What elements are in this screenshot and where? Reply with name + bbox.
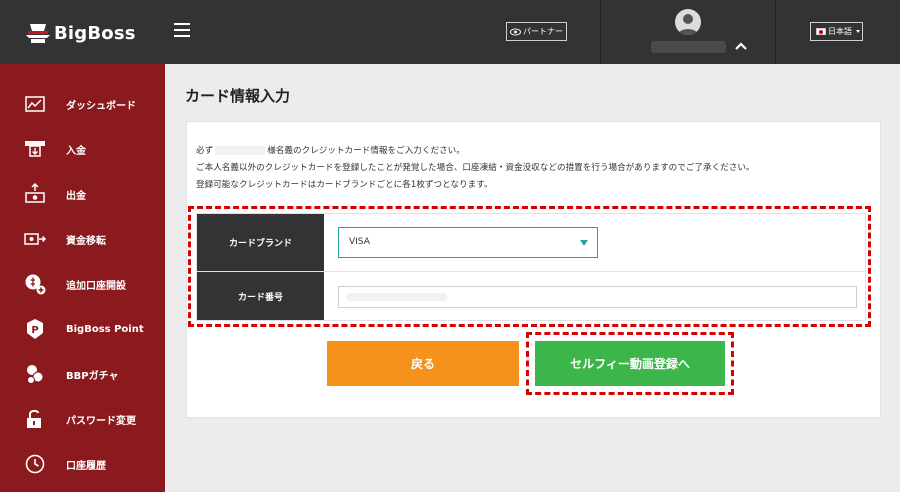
sidebar-item-history[interactable]: 口座履歴 (0, 444, 165, 484)
sidebar-item-label: BBPガチャ (66, 370, 119, 382)
dashboard-icon (25, 96, 45, 112)
divider (775, 0, 776, 64)
sidebar-item-label: 追加口座開設 (66, 280, 126, 292)
transfer-icon (24, 233, 46, 245)
sidebar-item-add-account[interactable]: 追加口座開設 (0, 264, 165, 304)
sidebar-item-bigboss-point[interactable]: P BigBoss Point (0, 309, 165, 349)
avatar[interactable] (675, 9, 701, 35)
japan-flag-icon (816, 28, 826, 35)
point-icon: P (27, 319, 43, 339)
sidebar-item-label: 入金 (66, 145, 86, 157)
sidebar-item-label: ダッシュボード (66, 100, 136, 112)
partner-button[interactable]: パートナー (506, 22, 567, 41)
page-title: カード情報入力 (185, 87, 291, 105)
language-label: 日本語 (828, 27, 852, 36)
sidebar-item-label: 出金 (66, 190, 86, 202)
sidebar-item-label: BigBoss Point (66, 323, 144, 335)
sidebar-item-gacha[interactable]: BBPガチャ (0, 354, 165, 394)
sidebar: ダッシュボード 入金 出金 資金移転 追加口座開設 P BigBoss Poin… (0, 64, 165, 492)
eye-icon (510, 28, 521, 35)
highlight-outline-form (188, 206, 871, 327)
sidebar-item-label: 口座履歴 (66, 460, 106, 472)
sidebar-item-dashboard[interactable]: ダッシュボード (0, 84, 165, 124)
top-bar: BigBoss パートナー 日本語 (0, 0, 900, 64)
add-account-icon (25, 274, 46, 295)
sidebar-item-withdraw[interactable]: 出金 (0, 174, 165, 214)
sidebar-item-label: パスワード変更 (66, 415, 136, 427)
holder-name-redacted (215, 146, 266, 155)
back-button[interactable]: 戻る (327, 341, 519, 386)
history-icon (25, 454, 45, 474)
sidebar-item-transfer[interactable]: 資金移転 (0, 219, 165, 259)
gacha-icon (27, 365, 44, 384)
sidebar-item-label: 資金移転 (66, 235, 106, 247)
partner-label: パートナー (523, 27, 563, 36)
logo-hat-icon (26, 24, 50, 43)
selfie-video-register-button[interactable]: セルフィー動画登録へ (535, 341, 725, 386)
lock-icon (27, 409, 41, 428)
language-select[interactable]: 日本語 (810, 22, 863, 41)
notice-line-3: 登録可能なクレジットカードはカードブランドごとに各1枚ずつとなります。 (196, 180, 493, 190)
notice-prefix: 必ず (196, 146, 214, 156)
caret-down-icon (856, 30, 860, 33)
svg-text:P: P (31, 325, 38, 336)
withdraw-icon (25, 183, 45, 203)
chevron-up-icon[interactable] (734, 40, 748, 52)
menu-toggle-icon[interactable] (174, 23, 190, 37)
deposit-icon (25, 141, 45, 157)
sidebar-item-deposit[interactable]: 入金 (0, 129, 165, 169)
notice-line-1: 必ず 様名義のクレジットカード情報をご入力ください。 (196, 144, 465, 156)
logo[interactable]: BigBoss (26, 18, 136, 48)
sidebar-item-password[interactable]: パスワード変更 (0, 399, 165, 439)
logo-text: BigBoss (54, 22, 136, 44)
notice-suffix: 様名義のクレジットカード情報をご入力ください。 (267, 146, 465, 156)
username-redacted (651, 41, 726, 53)
user-menu[interactable] (601, 0, 774, 64)
notice-line-2: ご本人名義以外のクレジットカードを登録したことが発覚した場合、口座凍結・資金没収… (196, 163, 755, 173)
